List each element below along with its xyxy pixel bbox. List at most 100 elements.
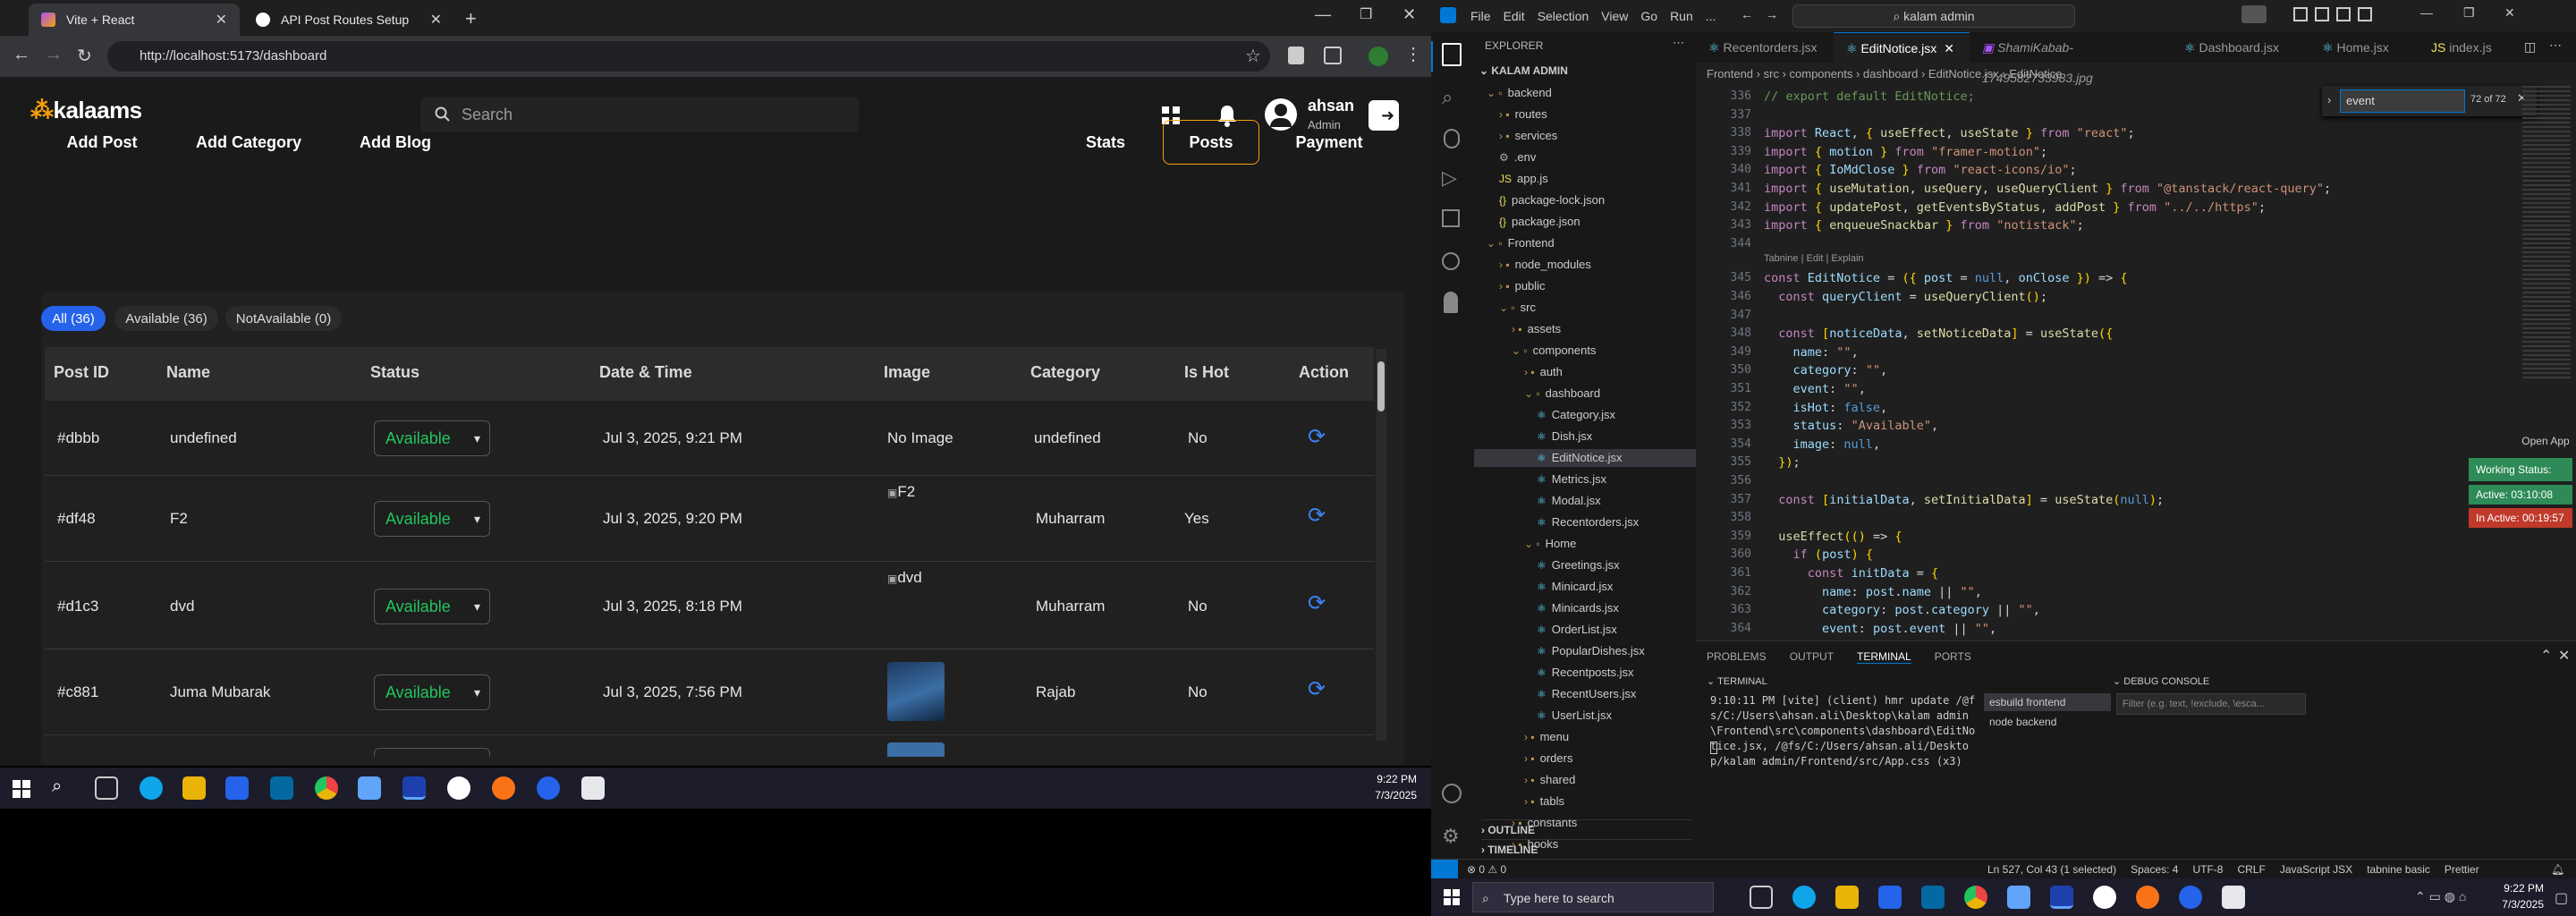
code-line[interactable]: status: "Available", xyxy=(1764,419,1939,433)
run-debug-icon[interactable]: ▷ xyxy=(1442,166,1457,190)
tree-item[interactable]: ⚛ OrderList.jsx xyxy=(1474,621,1696,639)
find-input[interactable]: event xyxy=(2340,89,2465,113)
account-icon[interactable] xyxy=(1442,784,1462,803)
forward-icon[interactable]: → xyxy=(45,45,63,65)
menu-selection[interactable]: Selection xyxy=(1538,9,1589,23)
tree-item[interactable]: › ▪ menu xyxy=(1474,728,1696,746)
tab-dashboard[interactable]: ⚛ Dashboard.jsx xyxy=(2172,32,2309,63)
back-icon[interactable]: ← xyxy=(13,45,30,65)
debug-filter-input[interactable]: Filter (e.g. text, !exclude, \esca... xyxy=(2116,693,2306,715)
notification-icon[interactable]: ▢ xyxy=(2555,889,2568,907)
posts-button[interactable]: Posts xyxy=(1163,120,1259,165)
workspace-header[interactable]: ⌄ KALAM ADMIN xyxy=(1479,64,1568,77)
kebab-menu-icon[interactable]: ⋮ xyxy=(1404,43,1422,65)
breadcrumb-item[interactable]: Frontend xyxy=(1707,67,1753,81)
tree-item[interactable]: ⚛ Dish.jsx xyxy=(1474,428,1696,445)
tab-recentorders[interactable]: ⚛ Recentorders.jsx xyxy=(1696,32,1834,63)
table-scrollbar[interactable] xyxy=(1376,349,1386,741)
maximize-icon[interactable]: ❐ xyxy=(2463,5,2475,21)
github-icon[interactable] xyxy=(2093,886,2116,909)
reload-icon[interactable]: ↻ xyxy=(77,45,92,67)
tabnine-status[interactable]: tabnine basic xyxy=(2367,863,2430,876)
code-line[interactable]: import { updatePost, getEventsByStatus, … xyxy=(1764,200,2266,215)
tree-item[interactable]: › ▪ tabls xyxy=(1474,793,1696,810)
tree-item[interactable]: › ▪ shared xyxy=(1474,771,1696,789)
store-icon[interactable] xyxy=(225,776,249,800)
encoding[interactable]: UTF-8 xyxy=(2192,863,2223,876)
problems-count[interactable]: ⊗ 0 ⚠ 0 xyxy=(1467,863,1506,876)
code-line[interactable]: import { IoMdClose } from "react-icons/i… xyxy=(1764,163,2077,177)
file-explorer-icon[interactable] xyxy=(1835,886,1859,909)
panel-tab-terminal[interactable]: TERMINAL xyxy=(1857,650,1911,664)
code-line[interactable]: name: "", xyxy=(1764,345,1859,360)
timeline-section[interactable]: › TIMELINE xyxy=(1481,839,1692,856)
extensions-puzzle-icon[interactable] xyxy=(1324,47,1342,64)
code-line[interactable]: isHot: false, xyxy=(1764,401,1888,415)
code-line[interactable]: category: "", xyxy=(1764,363,1888,377)
tree-item[interactable]: › ▪ auth xyxy=(1474,363,1696,381)
close-icon[interactable]: ✕ xyxy=(2558,647,2570,665)
more-actions-icon[interactable]: ⋯ xyxy=(2549,38,2562,53)
mail-icon[interactable] xyxy=(270,776,293,800)
tree-item[interactable]: ⚛ Minicard.jsx xyxy=(1474,578,1696,596)
snipping-icon[interactable] xyxy=(581,776,605,800)
close-icon[interactable]: ✕ xyxy=(430,11,442,29)
menu-edit[interactable]: Edit xyxy=(1504,9,1525,23)
layout-secondary-icon[interactable] xyxy=(2336,7,2351,21)
indentation[interactable]: Spaces: 4 xyxy=(2131,863,2178,876)
gear-icon[interactable]: ⚙ xyxy=(1442,825,1460,848)
code-line[interactable]: // export default EditNotice; xyxy=(1764,89,1975,104)
code-line[interactable]: const EditNotice = ({ post = null, onClo… xyxy=(1764,271,2128,285)
tree-item[interactable]: ⚛ Minicards.jsx xyxy=(1474,599,1696,617)
line-ending[interactable]: CRLF xyxy=(2237,863,2265,876)
menu-run[interactable]: Run xyxy=(1670,9,1693,23)
code-line[interactable]: import { motion } from "framer-motion"; xyxy=(1764,145,2047,159)
menu-more[interactable]: ... xyxy=(1706,9,1716,23)
store-icon[interactable] xyxy=(1878,886,1902,909)
layout-custom-icon[interactable] xyxy=(2358,7,2372,21)
code-line[interactable]: import React, { useEffect, useState } fr… xyxy=(1764,126,2135,140)
tree-item[interactable]: ⚛ PopularDishes.jsx xyxy=(1474,642,1696,660)
filter-all-tab[interactable]: All (36) xyxy=(41,306,106,331)
prettier-status[interactable]: Prettier xyxy=(2445,863,2479,876)
tree-item[interactable]: ⚛ Modal.jsx xyxy=(1474,492,1696,510)
windows-start-icon[interactable] xyxy=(1444,889,1460,905)
code-line[interactable]: image: null, xyxy=(1764,437,1881,452)
codelens[interactable]: Tabnine | Edit | Explain xyxy=(1764,253,1864,264)
extensions-icon[interactable] xyxy=(1442,209,1460,227)
search-icon[interactable]: ⌕ xyxy=(1442,86,1453,109)
file-explorer-icon[interactable] xyxy=(182,776,206,800)
zoom-icon[interactable] xyxy=(2179,886,2202,909)
tree-item[interactable]: ⚛ UserList.jsx xyxy=(1474,707,1696,725)
tree-item[interactable]: {} package-lock.json xyxy=(1474,191,1696,209)
search-icon[interactable]: ⌕ xyxy=(52,776,62,797)
command-center[interactable]: ⌕ kalam admin xyxy=(1792,4,2075,28)
code-editor[interactable]: 336 // export default EditNotice; 337 338 im… xyxy=(1696,86,2519,640)
chevron-right-icon[interactable]: › xyxy=(2327,93,2331,106)
chrome-icon[interactable] xyxy=(1964,886,1987,909)
panel-tab-problems[interactable]: PROBLEMS xyxy=(1707,650,1767,664)
search-input[interactable]: Search xyxy=(420,97,859,132)
copilot-icon[interactable] xyxy=(2241,5,2267,23)
refresh-icon[interactable]: ⟳ xyxy=(1308,676,1326,702)
tree-item[interactable]: ⌄ ▫ backend xyxy=(1474,84,1696,102)
tree-item[interactable]: ⚛ Recentposts.jsx xyxy=(1474,664,1696,682)
code-line[interactable]: name: post.name || "", xyxy=(1764,585,1982,599)
add-category-button[interactable]: Add Category xyxy=(179,120,318,165)
code-line[interactable]: useEffect(() => { xyxy=(1764,530,1902,544)
terminal-output[interactable]: 9:10:11 PM [vite] (client) hmr update /@… xyxy=(1710,693,1979,769)
tree-item[interactable]: ⚛ Recentorders.jsx xyxy=(1474,513,1696,531)
open-app-link[interactable]: Open App xyxy=(2519,435,2572,453)
menu-go[interactable]: Go xyxy=(1640,9,1657,23)
windows-start-icon[interactable] xyxy=(13,780,30,798)
tree-item[interactable]: ⌄ ▫ Home xyxy=(1474,535,1696,553)
browser-tab[interactable]: API Post Routes Setup ✕ xyxy=(243,4,454,36)
breadcrumb-item[interactable]: components xyxy=(1790,67,1853,81)
breadcrumb-item[interactable]: dashboard xyxy=(1863,67,1918,81)
code-line[interactable]: category: post.category || "", xyxy=(1764,603,2040,617)
code-line[interactable]: import { enqueueSnackbar } from "notista… xyxy=(1764,218,2084,233)
stats-button[interactable]: Stats xyxy=(1050,120,1161,165)
cursor-position[interactable]: Ln 527, Col 43 (1 selected) xyxy=(1987,863,2116,876)
github-icon[interactable] xyxy=(447,776,470,800)
maximize-icon[interactable]: ❐ xyxy=(1360,5,1372,23)
